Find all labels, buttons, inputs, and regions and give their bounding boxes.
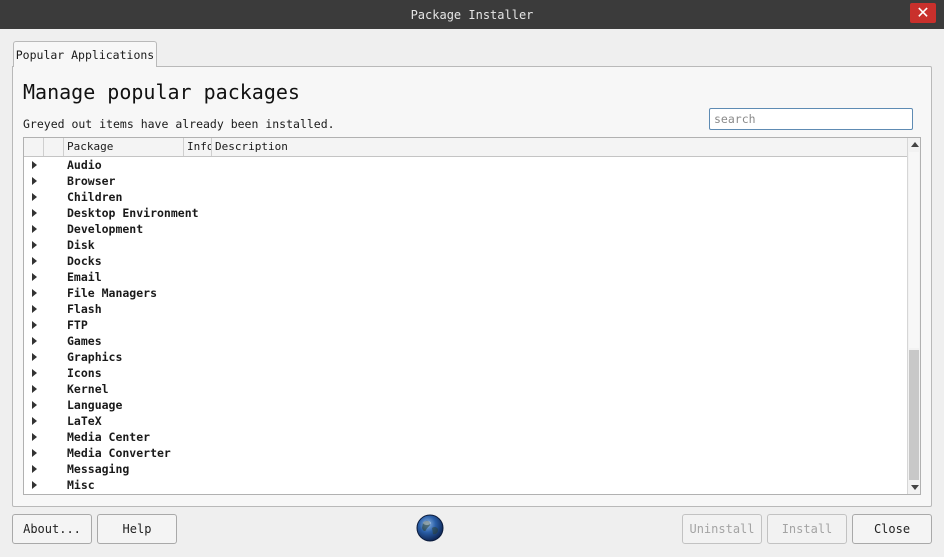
package-category-label: Language <box>67 398 123 412</box>
expand-arrow-icon[interactable] <box>32 465 37 473</box>
package-category-label: Disk <box>67 238 95 252</box>
expand-arrow-icon[interactable] <box>32 161 37 169</box>
package-category-label: Misc <box>67 478 95 492</box>
package-category-label: Desktop Environment <box>67 206 199 220</box>
expand-arrow-icon[interactable] <box>32 257 37 265</box>
page-title: Manage popular packages <box>23 80 300 104</box>
column-header-description[interactable]: Description <box>212 138 907 156</box>
expand-arrow-icon[interactable] <box>32 369 37 377</box>
package-category-label: LaTeX <box>67 414 102 428</box>
package-category-label: File Managers <box>67 286 158 300</box>
expand-arrow-icon[interactable] <box>32 321 37 329</box>
tree-row[interactable]: Icons <box>24 365 907 381</box>
package-category-label: Audio <box>67 158 102 172</box>
package-category-label: Flash <box>67 302 102 316</box>
tree-row[interactable]: Kernel <box>24 381 907 397</box>
expand-arrow-icon[interactable] <box>32 209 37 217</box>
help-button[interactable]: Help <box>97 514 177 544</box>
close-button[interactable]: Close <box>852 514 932 544</box>
tree-row[interactable]: Disk <box>24 237 907 253</box>
package-category-label: Icons <box>67 366 102 380</box>
expand-arrow-icon[interactable] <box>32 433 37 441</box>
package-category-label: Kernel <box>67 382 109 396</box>
scrollbar-thumb[interactable] <box>909 152 919 348</box>
package-category-label: Email <box>67 270 102 284</box>
expand-arrow-icon[interactable] <box>32 241 37 249</box>
tree-row[interactable]: Games <box>24 333 907 349</box>
tree-header: Package Info Description <box>24 138 907 157</box>
scroll-up-icon[interactable] <box>911 142 919 147</box>
tree-row[interactable]: Docks <box>24 253 907 269</box>
window-client: Popular Applications Manage popular pack… <box>0 29 944 557</box>
window-close-button[interactable]: ✕ <box>910 3 936 23</box>
package-category-label: Media Converter <box>67 446 171 460</box>
expand-arrow-icon[interactable] <box>32 177 37 185</box>
package-category-label: Children <box>67 190 123 204</box>
page-subtitle: Greyed out items have already been insta… <box>23 117 335 131</box>
tree-row[interactable]: Development <box>24 221 907 237</box>
tree-row[interactable]: Flash <box>24 301 907 317</box>
package-category-label: Media Center <box>67 430 151 444</box>
package-category-label: Games <box>67 334 102 348</box>
column-header-package[interactable]: Package <box>64 138 184 156</box>
tree-row[interactable]: Language <box>24 397 907 413</box>
package-category-label: Messaging <box>67 462 130 476</box>
uninstall-button[interactable]: Uninstall <box>682 514 762 544</box>
tree-row[interactable]: File Managers <box>24 285 907 301</box>
install-button[interactable]: Install <box>767 514 847 544</box>
tab-popular-applications[interactable]: Popular Applications <box>13 41 157 67</box>
tree-row[interactable]: Email <box>24 269 907 285</box>
expand-arrow-icon[interactable] <box>32 193 37 201</box>
tree-row[interactable]: Media Converter <box>24 445 907 461</box>
package-category-label: Browser <box>67 174 116 188</box>
scroll-down-icon[interactable] <box>911 485 919 490</box>
search-input[interactable] <box>709 108 913 130</box>
tree-row[interactable]: Audio <box>24 157 907 173</box>
title-bar: Package Installer ✕ <box>0 0 944 29</box>
window-title: Package Installer <box>410 7 534 22</box>
tree-row[interactable]: Browser <box>24 173 907 189</box>
expand-arrow-icon[interactable] <box>32 225 37 233</box>
tree-row[interactable]: Desktop Environment <box>24 205 907 221</box>
tree-row[interactable]: FTP <box>24 317 907 333</box>
tree-row[interactable]: Misc <box>24 477 907 493</box>
expand-arrow-icon[interactable] <box>32 417 37 425</box>
expand-arrow-icon[interactable] <box>32 401 37 409</box>
tab-panel: Manage popular packages Greyed out items… <box>12 66 932 507</box>
tree-row[interactable]: Media Center <box>24 429 907 445</box>
expand-arrow-icon[interactable] <box>32 273 37 281</box>
expand-arrow-icon[interactable] <box>32 305 37 313</box>
package-category-label: FTP <box>67 318 88 332</box>
package-tree[interactable]: Package Info Description Audio Browser Chi… <box>23 137 921 495</box>
tree-row[interactable]: LaTeX <box>24 413 907 429</box>
expand-arrow-icon[interactable] <box>32 481 37 489</box>
package-category-label: Docks <box>67 254 102 268</box>
tree-row[interactable]: Messaging <box>24 461 907 477</box>
column-header-check[interactable] <box>24 138 44 156</box>
tree-rows: Audio Browser Children Desktop Environment D… <box>24 157 907 493</box>
tab-label: Popular Applications <box>15 47 155 62</box>
expand-arrow-icon[interactable] <box>32 289 37 297</box>
scrollbar-trough[interactable] <box>909 350 919 480</box>
package-category-label: Graphics <box>67 350 123 364</box>
vertical-scrollbar[interactable] <box>907 138 920 494</box>
expand-arrow-icon[interactable] <box>32 385 37 393</box>
tree-row[interactable]: Children <box>24 189 907 205</box>
about-button[interactable]: About... <box>12 514 92 544</box>
package-category-label: Development <box>67 222 144 236</box>
expand-arrow-icon[interactable] <box>32 449 37 457</box>
column-header-info[interactable]: Info <box>184 138 212 156</box>
expand-arrow-icon[interactable] <box>32 353 37 361</box>
tree-row[interactable]: Graphics <box>24 349 907 365</box>
column-header-blank[interactable] <box>44 138 64 156</box>
close-icon: ✕ <box>916 3 930 22</box>
expand-arrow-icon[interactable] <box>32 337 37 345</box>
globe-icon <box>416 514 444 542</box>
